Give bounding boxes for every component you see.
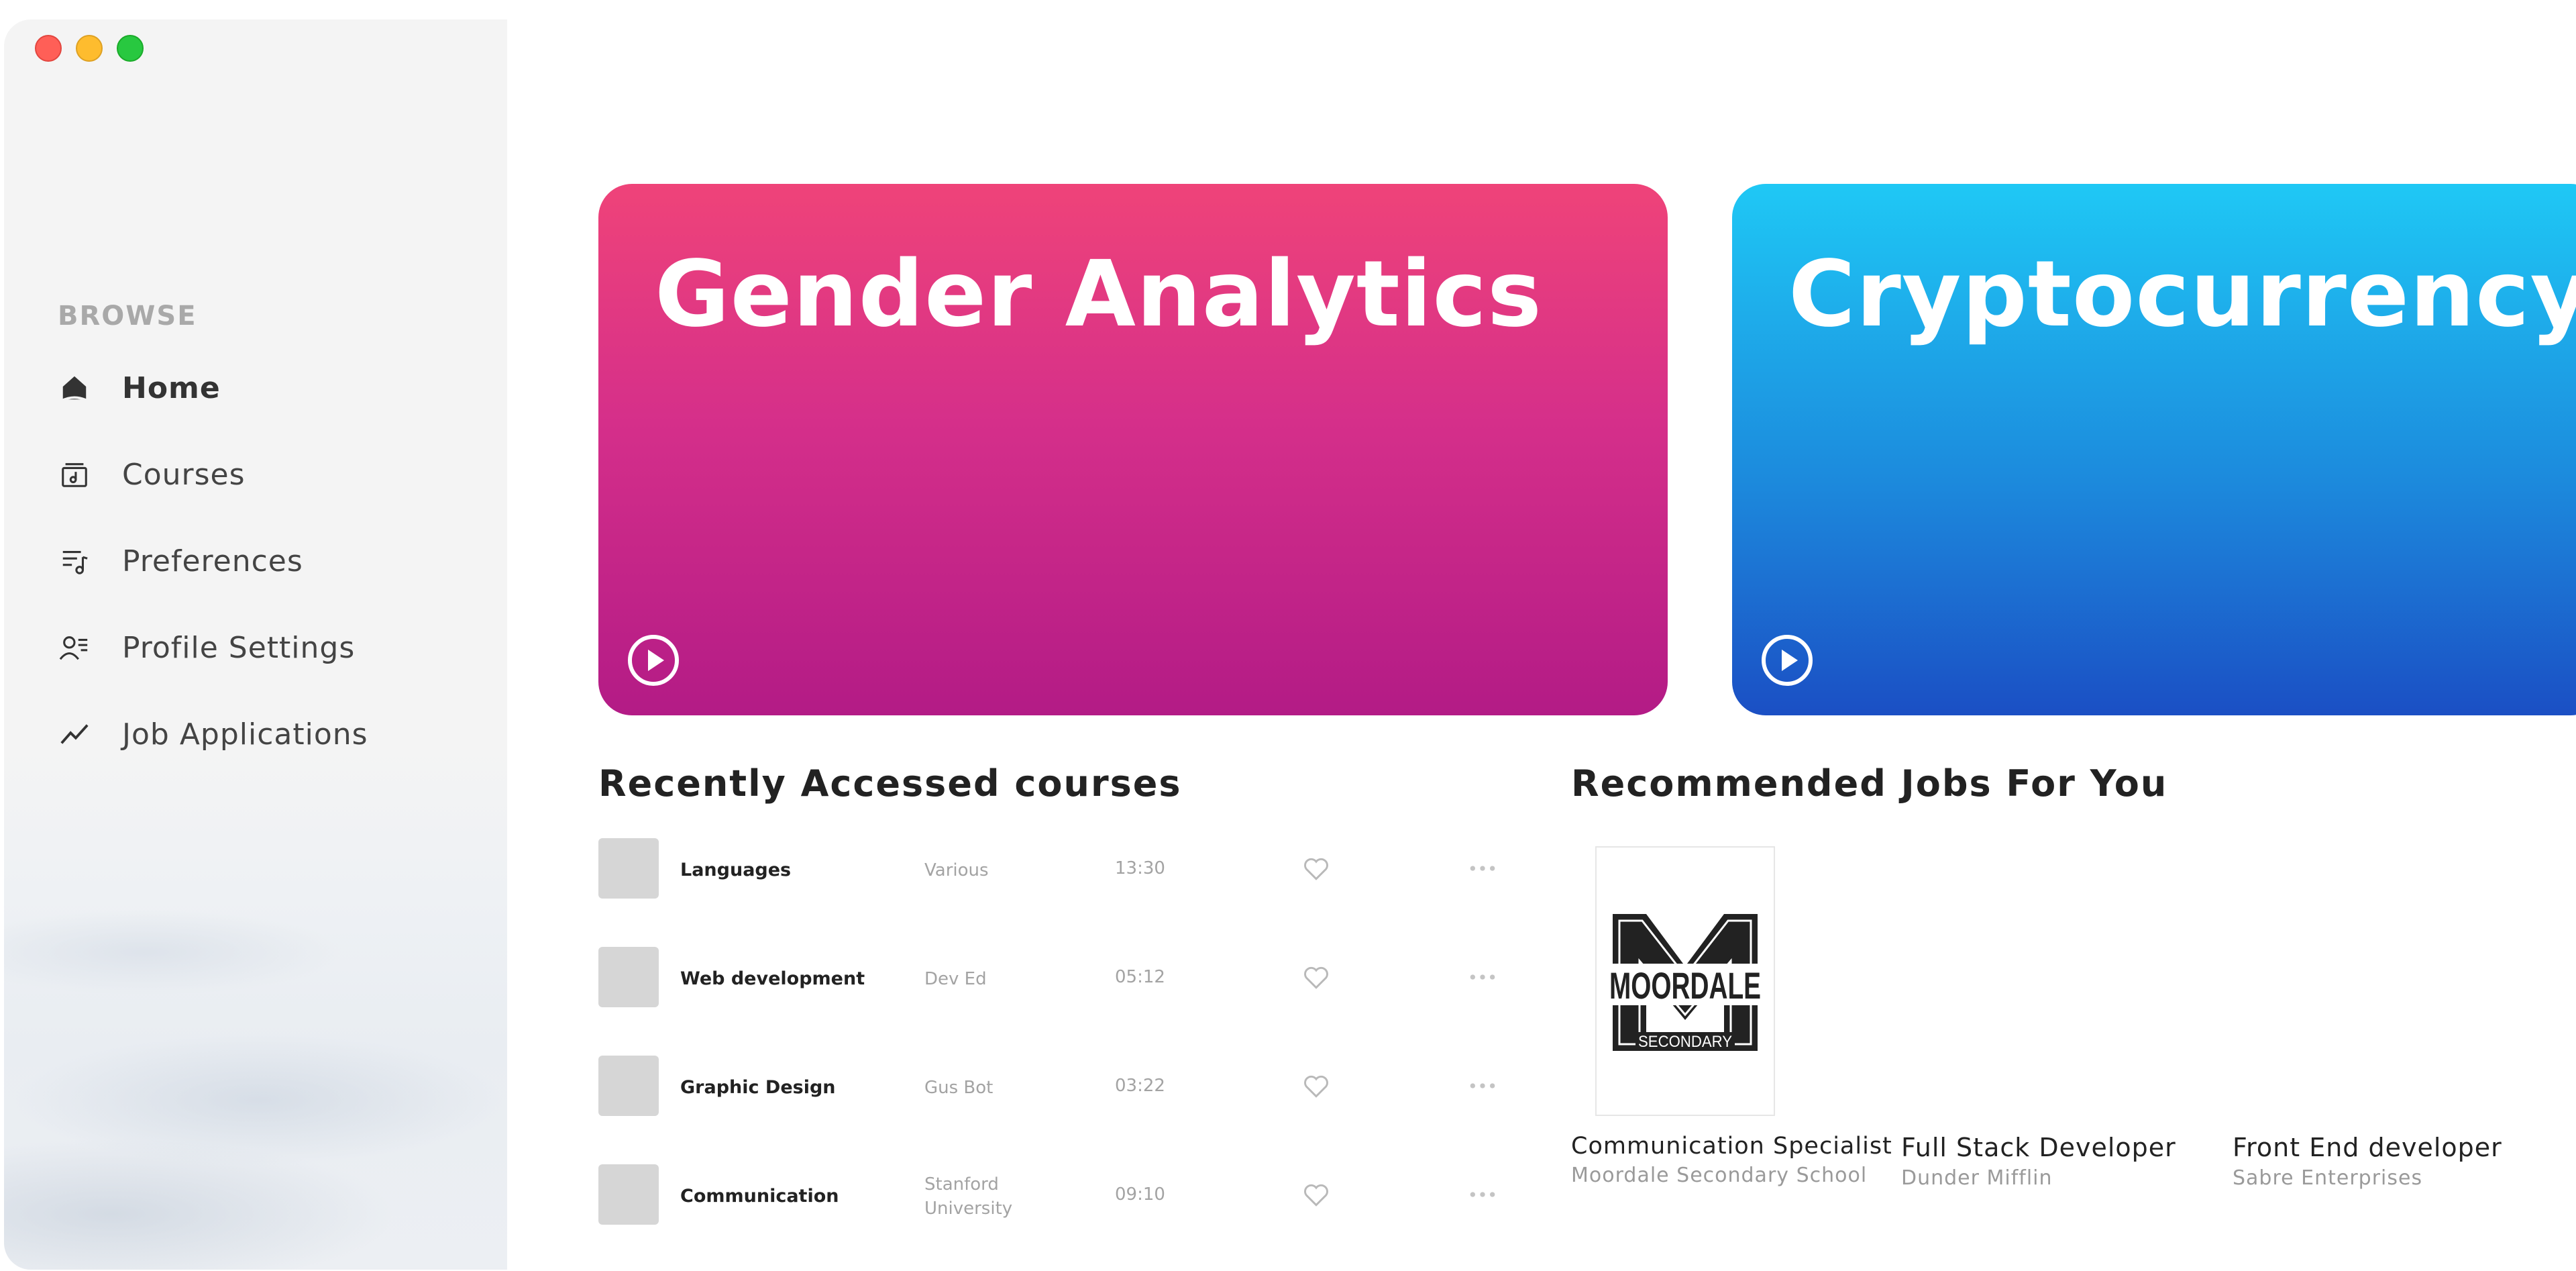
more-options-icon[interactable]: [1468, 858, 1497, 878]
course-thumbnail: [598, 1056, 659, 1116]
recent-courses-heading: Recently Accessed courses: [598, 762, 1182, 805]
sidebar-item-label: Preferences: [122, 544, 303, 578]
profile-icon: [58, 631, 91, 664]
preferences-icon: [58, 544, 91, 578]
course-name: Graphic Design: [680, 1077, 836, 1098]
courses-icon: [58, 458, 91, 491]
course-duration: 09:10: [1115, 1184, 1165, 1205]
course-row[interactable]: Languages Various 13:30: [598, 838, 1511, 900]
sidebar-item-label: Job Applications: [122, 717, 368, 752]
job-company: Dunder Mifflin: [1901, 1166, 2053, 1190]
sidebar-background: [4, 899, 507, 1270]
course-author: Stanford University: [924, 1174, 1013, 1219]
window-close-button[interactable]: [35, 35, 62, 62]
sidebar-item-preferences[interactable]: Preferences: [58, 538, 460, 584]
trend-icon: [58, 717, 91, 751]
course-thumbnail: [598, 838, 659, 899]
more-options-icon[interactable]: [1468, 967, 1497, 987]
course-thumbnail: [598, 947, 659, 1007]
play-icon[interactable]: [627, 633, 680, 687]
job-title: Front End developer: [2233, 1133, 2502, 1162]
featured-card-title: Gender Analytics: [655, 242, 1543, 348]
sidebar-item-courses[interactable]: Courses: [58, 451, 460, 498]
course-author: Various: [924, 860, 989, 880]
sidebar-section-label: BROWSE: [58, 301, 197, 332]
more-options-icon[interactable]: [1468, 1076, 1497, 1096]
job-company: Sabre Enterprises: [2233, 1166, 2423, 1190]
job-logo-moordale[interactable]: MOORDALE SECONDARY: [1595, 846, 1775, 1116]
sidebar-item-job-applications[interactable]: Job Applications: [58, 711, 460, 758]
course-duration: 03:22: [1115, 1076, 1165, 1096]
heart-icon[interactable]: [1301, 1180, 1331, 1210]
course-row[interactable]: Communication Stanford University 09:10: [598, 1164, 1511, 1226]
featured-card-title: Cryptocurrency: [1788, 242, 2576, 348]
course-name: Communication: [680, 1186, 839, 1207]
svg-text:SECONDARY: SECONDARY: [1638, 1033, 1732, 1051]
course-name: Web development: [680, 968, 865, 989]
play-icon[interactable]: [1760, 633, 1814, 687]
heart-icon[interactable]: [1301, 1072, 1331, 1101]
more-options-icon[interactable]: [1468, 1184, 1497, 1205]
course-name: Languages: [680, 860, 792, 880]
course-row[interactable]: Graphic Design Gus Bot 03:22: [598, 1056, 1511, 1117]
course-duration: 05:12: [1115, 967, 1165, 987]
window-minimize-button[interactable]: [76, 35, 103, 62]
course-duration: 13:30: [1115, 858, 1165, 878]
featured-card-cryptocurrency[interactable]: Cryptocurrency: [1732, 184, 2576, 715]
course-thumbnail: [598, 1164, 659, 1225]
svg-text:MOORDALE: MOORDALE: [1609, 964, 1761, 1007]
sidebar-item-home[interactable]: Home: [58, 364, 460, 411]
window-zoom-button[interactable]: [117, 35, 144, 62]
job-title: Communication Specialist: [1571, 1133, 1892, 1160]
recommended-jobs-heading: Recommended Jobs For You: [1571, 762, 2168, 805]
job-card-front-end-developer[interactable]: Front End developer Sabre Enterprises: [2233, 1133, 2502, 1190]
sidebar-item-label: Home: [122, 370, 221, 405]
job-title: Full Stack Developer: [1901, 1133, 2176, 1162]
home-icon: [58, 371, 91, 405]
featured-card-gender-analytics[interactable]: Gender Analytics: [598, 184, 1668, 715]
heart-icon[interactable]: [1301, 963, 1331, 993]
job-card-communication-specialist[interactable]: Communication Specialist Moordale Second…: [1571, 1133, 1892, 1187]
course-author: Dev Ed: [924, 969, 987, 989]
course-author: Gus Bot: [924, 1078, 994, 1098]
sidebar-item-profile-settings[interactable]: Profile Settings: [58, 624, 460, 671]
course-row[interactable]: Web development Dev Ed 05:12: [598, 947, 1511, 1009]
sidebar-item-label: Courses: [122, 457, 246, 492]
moordale-logo-icon: MOORDALE SECONDARY: [1607, 914, 1763, 1051]
job-company: Moordale Secondary School: [1571, 1164, 1868, 1187]
job-card-full-stack-developer[interactable]: Full Stack Developer Dunder Mifflin: [1901, 1133, 2176, 1190]
heart-icon[interactable]: [1301, 854, 1331, 884]
sidebar-item-label: Profile Settings: [122, 630, 356, 665]
